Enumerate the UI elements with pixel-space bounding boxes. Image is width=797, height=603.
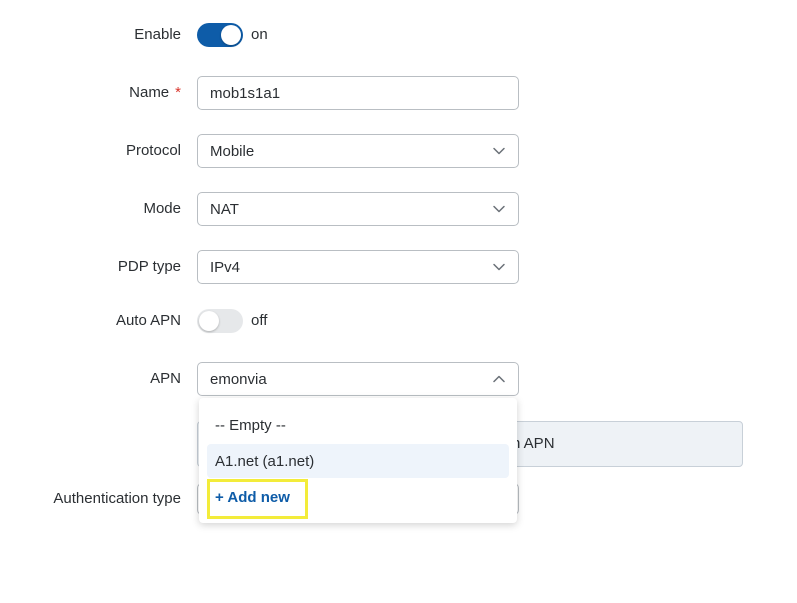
name-label: Name * xyxy=(129,84,181,101)
protocol-select-value: Mobile xyxy=(210,142,255,160)
pdp-type-label: PDP type xyxy=(117,258,181,275)
chevron-up-icon xyxy=(492,372,506,386)
chevron-down-icon xyxy=(492,144,506,158)
enable-state-text: on xyxy=(251,26,268,43)
enable-toggle[interactable] xyxy=(197,23,243,47)
mode-label: Mode xyxy=(143,200,181,217)
name-input-value: mob1s1a1 xyxy=(210,84,281,102)
apn-select[interactable]: emonvia xyxy=(197,362,519,396)
mode-select-value: NAT xyxy=(210,200,239,218)
apn-label: APN xyxy=(150,370,181,387)
custom-apn-text: n APN xyxy=(512,435,555,452)
mode-select[interactable]: NAT xyxy=(197,192,519,226)
add-new-highlight xyxy=(207,479,308,519)
pdp-type-select-value: IPv4 xyxy=(210,258,241,276)
auto-apn-label: Auto APN xyxy=(115,312,181,329)
toggle-knob xyxy=(221,25,241,45)
chevron-down-icon xyxy=(492,202,506,216)
name-label-text: Name xyxy=(129,84,170,101)
protocol-label: Protocol xyxy=(125,142,181,159)
pdp-type-select[interactable]: IPv4 xyxy=(197,250,519,284)
enable-label: Enable xyxy=(134,26,181,43)
toggle-knob xyxy=(199,311,219,331)
authentication-type-label: Authentication type xyxy=(53,490,181,507)
apn-select-value: emonvia xyxy=(210,370,267,388)
auto-apn-state-text: off xyxy=(251,312,268,329)
apn-option-a1-net[interactable]: A1.net (a1.net) xyxy=(207,444,509,478)
interface-settings-form: Enable on Name * mob1s1a1 Protocol Mobile… xyxy=(0,0,797,603)
apn-option-empty[interactable]: -- Empty -- xyxy=(207,408,509,442)
auto-apn-toggle[interactable] xyxy=(197,309,243,333)
chevron-down-icon xyxy=(492,260,506,274)
protocol-select[interactable]: Mobile xyxy=(197,134,519,168)
name-input[interactable]: mob1s1a1 xyxy=(197,76,519,110)
required-mark: * xyxy=(175,84,181,101)
